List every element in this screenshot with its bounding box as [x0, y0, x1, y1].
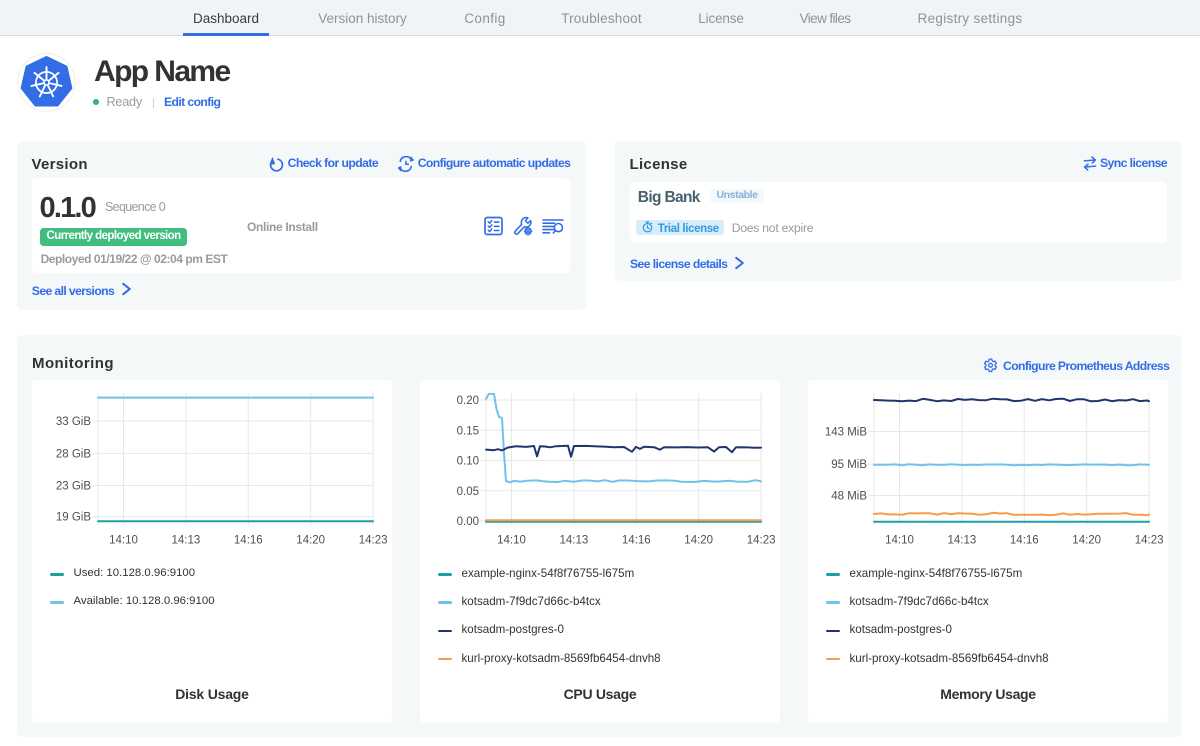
svg-text:28 GiB: 28 GiB	[56, 449, 91, 461]
svg-text:14:23: 14:23	[747, 535, 776, 547]
svg-text:95 MiB: 95 MiB	[831, 459, 867, 471]
svg-text:0.15: 0.15	[457, 425, 479, 437]
svg-text:14:16: 14:16	[234, 535, 263, 547]
svg-text:19 GiB: 19 GiB	[56, 512, 91, 524]
svg-text:0.20: 0.20	[457, 395, 479, 407]
svg-text:14:23: 14:23	[1135, 535, 1164, 547]
svg-text:14:10: 14:10	[109, 535, 138, 547]
svg-text:14:10: 14:10	[885, 535, 914, 547]
svg-text:14:20: 14:20	[684, 535, 713, 547]
svg-text:0.05: 0.05	[457, 486, 479, 498]
svg-text:14:13: 14:13	[560, 535, 589, 547]
svg-text:48 MiB: 48 MiB	[831, 491, 867, 503]
svg-text:14:16: 14:16	[622, 535, 651, 547]
svg-text:0.10: 0.10	[457, 456, 479, 468]
svg-text:14:13: 14:13	[172, 535, 201, 547]
svg-text:14:20: 14:20	[1072, 535, 1101, 547]
svg-text:14:10: 14:10	[497, 535, 526, 547]
svg-text:14:23: 14:23	[359, 535, 388, 547]
svg-text:14:20: 14:20	[296, 535, 325, 547]
svg-text:23 GiB: 23 GiB	[56, 481, 91, 493]
svg-text:14:13: 14:13	[948, 535, 977, 547]
svg-text:14:16: 14:16	[1010, 535, 1039, 547]
svg-text:143 MiB: 143 MiB	[825, 427, 868, 439]
svg-text:0.00: 0.00	[457, 516, 479, 528]
svg-text:33 GiB: 33 GiB	[56, 416, 91, 428]
